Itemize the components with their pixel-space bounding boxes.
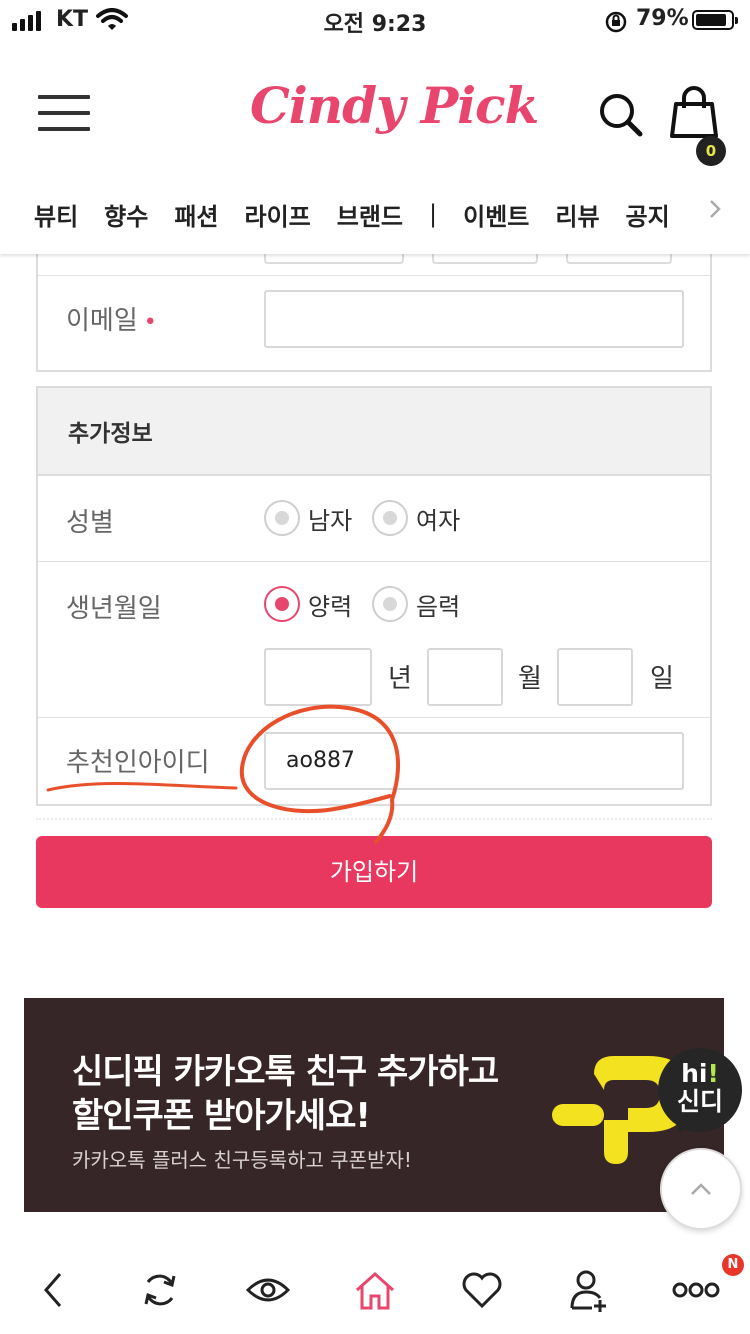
extra-info-section: 추가정보 성별 남자 여자 생년월일 양력 음력 년 월 일 추천인아이디 ao… <box>36 386 712 806</box>
banner-headline: 할인쿠폰 받아가세요! <box>72 1096 371 1136</box>
shopping-bag-icon[interactable] <box>664 84 724 144</box>
birth-year-field[interactable] <box>264 648 372 706</box>
month-unit: 월 <box>518 664 542 694</box>
radio-label: 음력 <box>416 592 461 621</box>
section-title: 추가정보 <box>68 421 153 447</box>
browser-toolbar <box>0 1240 750 1334</box>
battery-percent: 79% <box>636 6 689 31</box>
required-mark: • <box>143 310 157 335</box>
radio-circle[interactable] <box>264 586 300 622</box>
chat-bubble-button[interactable]: hi! 신디 <box>658 1048 742 1138</box>
nav-item[interactable]: 공지 <box>626 197 670 232</box>
nav-separator: | <box>429 200 438 228</box>
nav-item[interactable]: 패션 <box>174 197 218 232</box>
eye-icon[interactable] <box>246 1268 290 1312</box>
referrer-label: 추천인아이디 <box>66 748 210 778</box>
nav-item[interactable]: 향수 <box>104 197 148 232</box>
chevron-right-icon[interactable] <box>706 195 726 225</box>
partial-phone-row <box>38 252 710 276</box>
gender-male-radio[interactable]: 남자 <box>264 500 352 536</box>
scroll-top-button[interactable] <box>660 1148 742 1230</box>
notification-badge: N <box>722 1254 744 1276</box>
site-logo[interactable]: Cindy Pick <box>250 76 539 135</box>
gender-label: 성별 <box>66 508 114 538</box>
back-icon[interactable] <box>32 1268 76 1312</box>
birthday-row: 생년월일 양력 음력 년 월 일 <box>38 562 710 718</box>
gender-female-radio[interactable]: 여자 <box>372 500 460 536</box>
referrer-value: ao887 <box>286 748 355 773</box>
birthday-label: 생년월일 <box>66 594 162 624</box>
year-unit: 년 <box>388 664 412 694</box>
email-row: 이메일 • <box>38 276 710 370</box>
refresh-icon[interactable] <box>138 1268 182 1312</box>
gender-row: 성별 남자 여자 <box>38 476 710 562</box>
chat-bubble-text: 신디 <box>676 1087 723 1116</box>
radio-label: 여자 <box>416 506 461 535</box>
radio-circle[interactable] <box>372 500 408 536</box>
nav-item[interactable]: 라이프 <box>245 197 311 232</box>
battery-icon <box>692 10 738 30</box>
cart-count-badge: 0 <box>696 136 726 166</box>
radio-circle[interactable] <box>372 586 408 622</box>
site-header: Cindy Pick 0 뷰티 향수 패션 라이프 브랜드 | 이벤트 리뷰 공… <box>0 40 750 254</box>
section-header: 추가정보 <box>38 388 710 476</box>
email-label: 이메일 • <box>66 306 157 336</box>
add-user-icon[interactable] <box>566 1268 610 1312</box>
category-nav: 뷰티 향수 패션 라이프 브랜드 | 이벤트 리뷰 공지 <box>34 194 684 234</box>
heart-icon[interactable] <box>460 1268 504 1312</box>
banner-subtitle: 카카오톡 플러스 친구등록하고 쿠폰받자! <box>72 1148 412 1172</box>
radio-circle[interactable] <box>264 500 300 536</box>
chevron-up-icon <box>691 1183 711 1195</box>
solar-calendar-radio[interactable]: 양력 <box>264 586 352 622</box>
birth-month-field[interactable] <box>427 648 503 706</box>
nav-item[interactable]: 리뷰 <box>555 197 599 232</box>
search-icon[interactable] <box>598 92 644 138</box>
birth-day-field[interactable] <box>557 648 633 706</box>
radio-label: 남자 <box>308 506 353 535</box>
kakao-promo-banner[interactable]: 신디픽 카카오톡 친구 추가하고 할인쿠폰 받아가세요! 카카오톡 플러스 친구… <box>24 998 724 1212</box>
divider <box>36 818 712 824</box>
more-icon[interactable] <box>672 1268 720 1312</box>
lunar-calendar-radio[interactable]: 음력 <box>372 586 460 622</box>
nav-item[interactable]: 이벤트 <box>463 197 529 232</box>
chat-bubble-text: hi! <box>681 1059 719 1088</box>
email-field[interactable] <box>264 290 684 348</box>
radio-label: 양력 <box>308 592 353 621</box>
rotation-lock-icon <box>605 11 627 33</box>
day-unit: 일 <box>650 664 674 694</box>
referrer-row: 추천인아이디 ao887 <box>38 718 710 804</box>
banner-headline: 신디픽 카카오톡 친구 추가하고 <box>72 1052 499 1092</box>
nav-item[interactable]: 브랜드 <box>337 197 403 232</box>
nav-item[interactable]: 뷰티 <box>34 197 78 232</box>
status-bar: KT 오전 9:23 79% <box>0 0 750 40</box>
referrer-id-field[interactable]: ao887 <box>264 732 684 790</box>
home-icon[interactable] <box>353 1268 397 1312</box>
basic-info-section: 이메일 • <box>36 252 712 372</box>
join-button[interactable]: 가입하기 <box>36 836 712 908</box>
menu-button[interactable] <box>38 95 92 135</box>
